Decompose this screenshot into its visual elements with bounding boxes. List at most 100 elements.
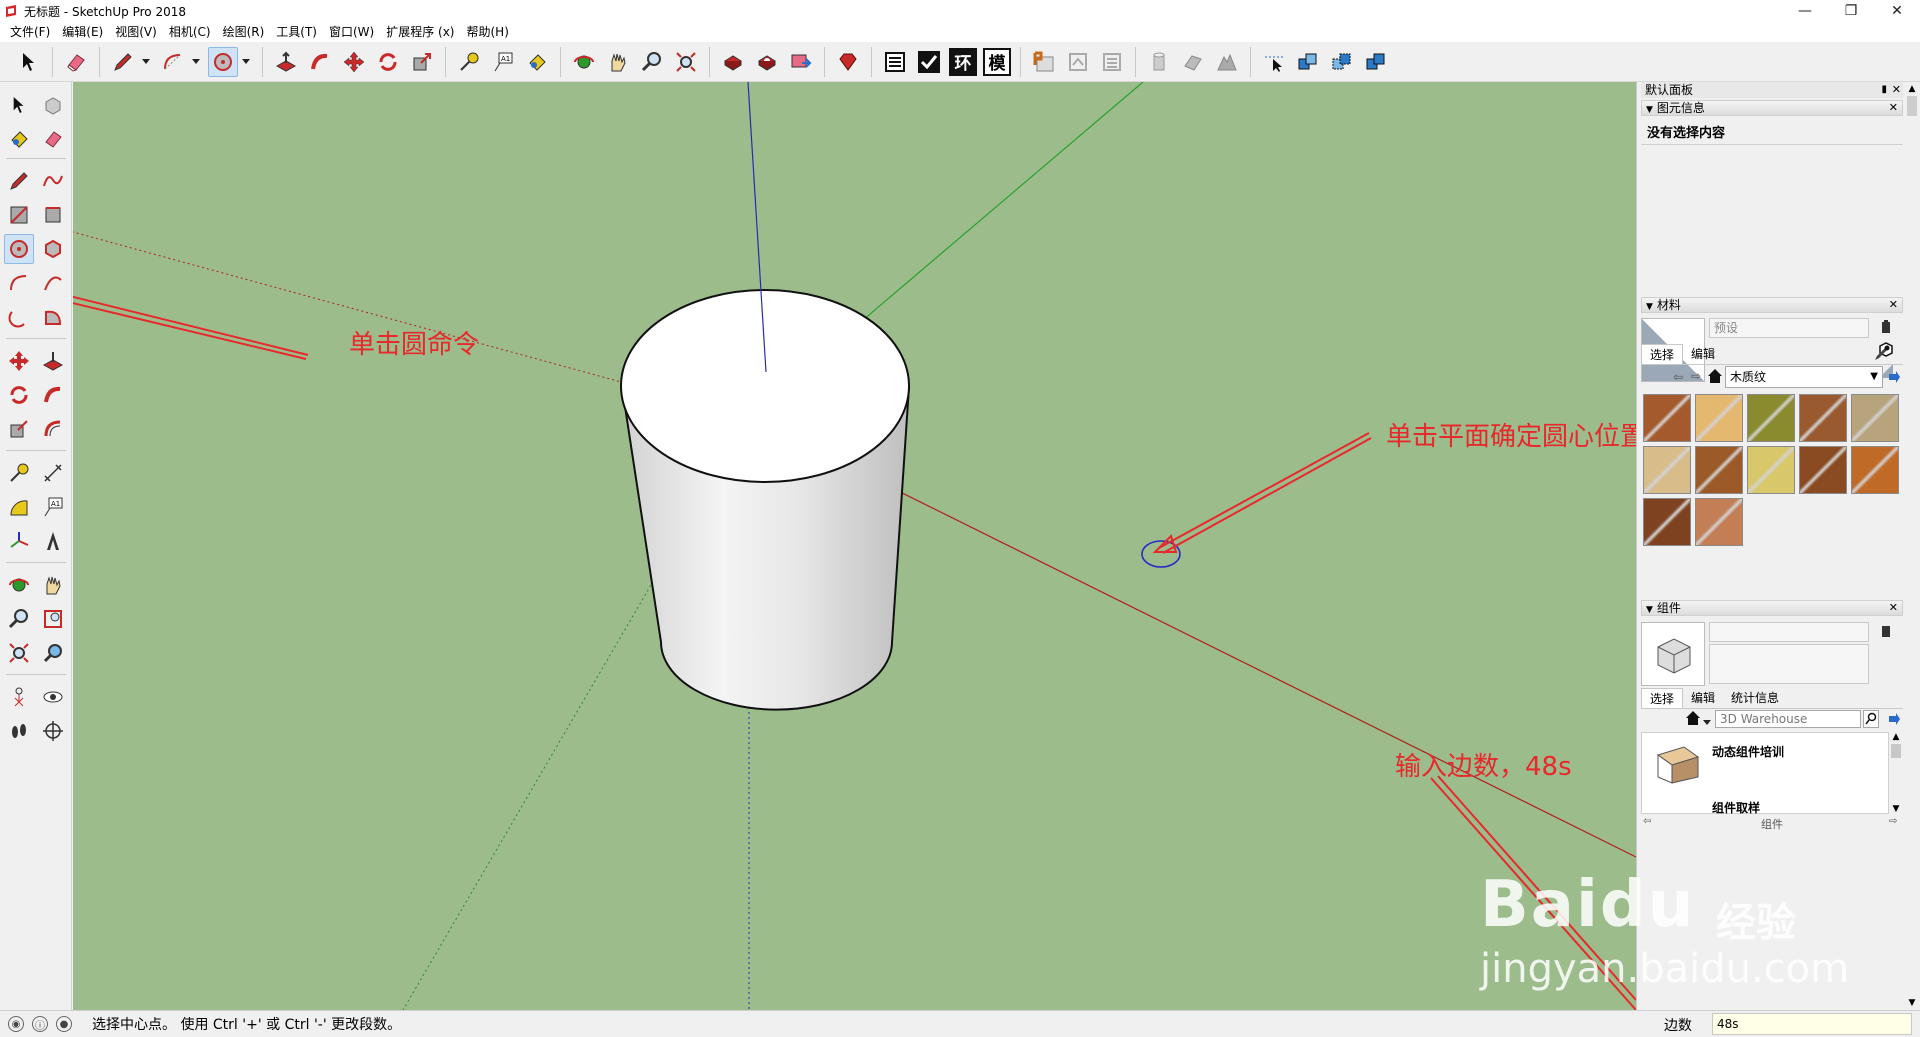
user-account-icon[interactable]: ● xyxy=(56,1016,72,1032)
home-icon[interactable] xyxy=(1707,368,1723,387)
back-arrow-icon[interactable]: ⇦ xyxy=(1673,370,1683,384)
axes-tool-icon[interactable] xyxy=(4,526,34,556)
chevron-down-icon[interactable] xyxy=(140,47,152,77)
zoom-extents-tool-icon[interactable] xyxy=(4,638,34,668)
follow-me-tool-icon[interactable] xyxy=(38,380,68,410)
text-tool-icon[interactable]: A1 xyxy=(38,492,68,522)
measurements-input[interactable]: 48s xyxy=(1712,1013,1912,1035)
ruby-icon[interactable] xyxy=(833,47,863,77)
orbit-tool-icon[interactable] xyxy=(4,570,34,600)
geo-location-icon[interactable]: ◉ xyxy=(8,1016,24,1032)
move-icon[interactable] xyxy=(339,47,369,77)
create-material-icon[interactable] xyxy=(1879,320,1893,334)
components-header[interactable]: ▼ 组件 ✕ xyxy=(1641,600,1903,616)
search-icon[interactable] xyxy=(1863,710,1879,728)
pan-tool-icon[interactable] xyxy=(38,570,68,600)
chevron-down-icon[interactable] xyxy=(1703,714,1711,728)
terrain-icon[interactable] xyxy=(1212,47,1242,77)
menu-tools[interactable]: 工具(T) xyxy=(270,22,323,42)
blue-boxes-icon-3[interactable] xyxy=(1361,47,1391,77)
material-swatch[interactable] xyxy=(1643,394,1691,442)
extension-warehouse-icon[interactable] xyxy=(752,47,782,77)
pie-tool-icon[interactable] xyxy=(38,302,68,332)
component-list-scrollbar[interactable]: ▲ ▼ xyxy=(1889,732,1903,814)
tab-select[interactable]: 选择 xyxy=(1641,344,1684,364)
menu-help[interactable]: 帮助(H) xyxy=(460,22,514,42)
previous-view-icon[interactable] xyxy=(38,638,68,668)
entity-info-header[interactable]: ▼ 图元信息 ✕ xyxy=(1641,100,1903,116)
push-pull-tool-icon[interactable] xyxy=(38,346,68,376)
orbit-icon[interactable] xyxy=(569,47,599,77)
zoom-tool-icon[interactable] xyxy=(4,604,34,634)
chevron-down-icon[interactable] xyxy=(190,47,202,77)
position-camera-icon[interactable] xyxy=(4,682,34,712)
material-swatch[interactable] xyxy=(1799,394,1847,442)
walk-icon[interactable] xyxy=(4,716,34,746)
component-item-1[interactable]: 动态组件培训 xyxy=(1712,743,1784,760)
protractor-icon[interactable] xyxy=(4,492,34,522)
pencil-icon[interactable] xyxy=(108,47,138,77)
follow-me-icon[interactable] xyxy=(305,47,335,77)
material-swatch[interactable] xyxy=(1747,446,1795,494)
zoom-window-icon[interactable] xyxy=(38,604,68,634)
material-swatch[interactable] xyxy=(1643,446,1691,494)
minimize-button[interactable]: — xyxy=(1782,0,1828,22)
maximize-button[interactable]: ❐ xyxy=(1828,0,1874,22)
rectangle-tool-icon[interactable] xyxy=(4,200,34,230)
polygon-tool-icon[interactable] xyxy=(38,234,68,264)
select-icon[interactable] xyxy=(14,47,44,77)
select-tool-icon[interactable] xyxy=(4,90,34,120)
text-icon[interactable]: A1 xyxy=(488,47,518,77)
home-icon[interactable] xyxy=(1685,710,1701,729)
paint-bucket-icon[interactable] xyxy=(4,124,34,154)
material-swatch[interactable] xyxy=(1695,446,1743,494)
component-desc-field[interactable] xyxy=(1709,644,1869,684)
freehand-tool-icon[interactable] xyxy=(38,166,68,196)
rotate-tool-icon[interactable] xyxy=(4,380,34,410)
line-tool-icon[interactable] xyxy=(4,166,34,196)
menu-edit[interactable]: 编辑(E) xyxy=(56,22,109,42)
tab-edit[interactable]: 编辑 xyxy=(1683,688,1723,708)
rotate-icon[interactable] xyxy=(373,47,403,77)
rotated-rectangle-icon[interactable] xyxy=(38,200,68,230)
cylinder-icon[interactable] xyxy=(1144,47,1174,77)
tray-scrollbar[interactable]: ▲ ▼ xyxy=(1905,82,1919,1010)
blue-boxes-icon-2[interactable] xyxy=(1327,47,1357,77)
outliner-icon[interactable] xyxy=(880,47,910,77)
layout-icon[interactable] xyxy=(786,47,816,77)
component-options-icon[interactable] xyxy=(1879,624,1893,638)
material-swatch[interactable] xyxy=(1695,498,1743,546)
menu-window[interactable]: 窗口(W) xyxy=(323,22,380,42)
move-tool-icon[interactable] xyxy=(4,346,34,376)
push-pull-icon[interactable] xyxy=(271,47,301,77)
three-point-arc-icon[interactable] xyxy=(4,302,34,332)
eraser-icon[interactable] xyxy=(61,47,91,77)
tape-icon[interactable] xyxy=(454,47,484,77)
material-swatch[interactable] xyxy=(1695,394,1743,442)
material-swatch[interactable] xyxy=(1851,394,1899,442)
tab-statistics[interactable]: 统计信息 xyxy=(1723,688,1787,708)
material-swatch[interactable] xyxy=(1799,446,1847,494)
component-item-2[interactable]: 组件取样 xyxy=(1712,799,1760,816)
warehouse-search-input[interactable]: 3D Warehouse xyxy=(1715,710,1861,728)
scale-icon[interactable] xyxy=(407,47,437,77)
material-swatch[interactable] xyxy=(1747,394,1795,442)
dimension-tool-icon[interactable] xyxy=(38,458,68,488)
menu-camera[interactable]: 相机(C) xyxy=(163,22,217,42)
credits-icon[interactable]: ⓘ xyxy=(32,1016,48,1032)
paint-icon[interactable] xyxy=(522,47,552,77)
close-icon[interactable]: ✕ xyxy=(1889,601,1898,615)
material-library-select[interactable]: 木质纹 ▼ xyxy=(1725,366,1883,388)
details-arrow-icon[interactable] xyxy=(1887,712,1901,729)
arc-tool-icon[interactable] xyxy=(4,268,34,298)
3d-text-icon[interactable] xyxy=(38,526,68,556)
environment-button[interactable]: 环 xyxy=(949,47,977,76)
close-icon[interactable]: ✕ xyxy=(1892,82,1901,98)
look-around-icon[interactable] xyxy=(38,682,68,712)
eyedropper-icon[interactable] xyxy=(1873,344,1891,365)
material-swatch[interactable] xyxy=(1851,446,1899,494)
material-swatch[interactable] xyxy=(1643,498,1691,546)
eraser-tool-icon[interactable] xyxy=(38,124,68,154)
component-thumbnail[interactable] xyxy=(1648,741,1704,785)
offset-tool-icon[interactable] xyxy=(38,414,68,444)
